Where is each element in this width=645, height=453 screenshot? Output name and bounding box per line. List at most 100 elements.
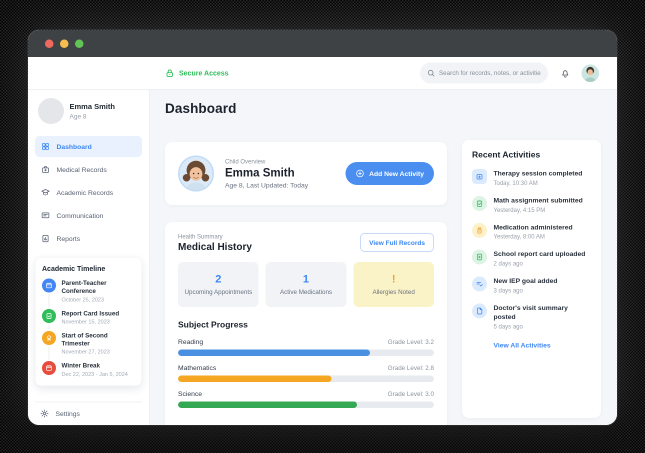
list-check-icon (472, 276, 487, 292)
plus-circle-icon (356, 169, 364, 178)
stat-value: 2 (215, 272, 222, 286)
activity-item[interactable]: Medication administered Yesterday, 8:00 A… (472, 222, 591, 241)
stat-allergies-noted[interactable]: ! Allergies Noted (353, 262, 434, 307)
timeline-event-title: Winter Break (61, 362, 101, 370)
close-button[interactable] (45, 39, 54, 48)
sidebar-item-reports[interactable]: Reports (35, 228, 142, 249)
subject-grade: Grade Level: 3.2 (387, 338, 434, 346)
sidebar: Emma Smith Age 8 Dashboard Medical Recor… (28, 90, 150, 425)
sidebar-item-dashboard[interactable]: Dashboard (35, 136, 142, 157)
medical-history-title: Medical History (178, 241, 252, 253)
activity-item[interactable]: Doctor's visit summary posted 5 days ago (472, 303, 591, 330)
chat-icon (41, 212, 50, 219)
academic-timeline-title: Academic Timeline (42, 264, 106, 273)
stat-upcoming-appointments[interactable]: 2 Upcoming Appointments (178, 262, 259, 307)
activity-time: Yesterday, 8:00 AM (493, 233, 545, 241)
sidebar-item-academic-records[interactable]: Academic Records (35, 182, 142, 203)
subject-progress-title: Subject Progress (178, 320, 248, 330)
timeline-event-title: Parent-Teacher Conference (61, 279, 107, 295)
subject-name: Mathematics (178, 364, 217, 372)
sidebar-item-communication[interactable]: Communication (35, 205, 142, 226)
child-age: Age 8 (69, 112, 87, 120)
activity-title: Math assignment submitted (493, 196, 583, 204)
main-content: Dashboard Child Overview Emma Smith Age … (150, 90, 617, 425)
document-icon (472, 303, 487, 319)
stat-label: Upcoming Appointments (184, 288, 253, 296)
minimize-button[interactable] (60, 39, 69, 48)
timeline-event[interactable]: Parent-Teacher Conference October 25, 202… (42, 278, 135, 303)
timeline-event[interactable]: Winter Break Dec 22, 2023 - Jan 5, 2024 (42, 361, 135, 377)
progress-fill (178, 375, 332, 382)
dashboard-grid-icon (42, 143, 49, 150)
timeline-event-title: Start of Second Trimester (61, 331, 108, 347)
sidebar-item-label: Reports (56, 234, 81, 243)
activity-time: 5 days ago (493, 322, 523, 330)
activity-item[interactable]: New IEP goal added 3 days ago (472, 276, 591, 295)
secure-access-badge: Secure Access (165, 68, 229, 78)
stat-label: Allergies Noted (372, 288, 415, 296)
timeline-event[interactable]: Start of Second Trimester November 27, 20… (42, 330, 135, 356)
activity-item[interactable]: Therapy session completed Today, 10:30 AM (472, 169, 591, 186)
activity-item[interactable]: School report card uploaded 2 days ago (472, 249, 591, 267)
activity-time: Today, 10:30 AM (493, 179, 538, 187)
progress-track (178, 401, 434, 408)
progress-fill (178, 401, 358, 408)
sidebar-nav: Dashboard Medical Records Academic Recor… (35, 136, 142, 249)
activity-time: Yesterday, 4:15 PM (493, 206, 546, 214)
subject-name: Reading (178, 338, 204, 346)
timeline-event-date: October 25, 2023 (61, 296, 105, 303)
settings-label: Settings (55, 409, 80, 418)
activity-title: Therapy session completed (493, 169, 583, 178)
timeline-event[interactable]: Report Card Issued November 15, 2023 (42, 308, 135, 325)
subject-row-mathematics: Mathematics Grade Level: 2.8 (178, 364, 434, 382)
stage: Secure Access Emma Smith Age 8 (0, 0, 645, 453)
calendar-icon (42, 361, 56, 376)
activity-title: Doctor's visit summary posted (493, 304, 568, 321)
gear-icon (40, 409, 49, 418)
activity-title: Medication administered (493, 223, 573, 231)
activity-title: School report card uploaded (493, 250, 586, 258)
child-photo (178, 155, 214, 192)
child-avatar-placeholder (38, 98, 64, 124)
activity-time: 3 days ago (493, 287, 523, 295)
user-avatar-image (581, 64, 599, 82)
graduation-cap-icon (41, 189, 50, 196)
document-plus-icon (472, 249, 487, 265)
timeline-event-date: November 27, 2023 (61, 349, 110, 356)
progress-track (178, 375, 434, 382)
activity-title: New IEP goal added (493, 277, 558, 285)
medal-icon (42, 330, 56, 345)
calendar-icon (42, 278, 56, 293)
report-card-icon (42, 308, 56, 323)
notifications-bell-icon[interactable] (560, 68, 571, 79)
recent-activities-card: Recent Activities Therapy session comple… (462, 140, 601, 418)
maximize-button[interactable] (75, 39, 84, 48)
medical-kit-icon (472, 169, 487, 184)
stat-active-medications[interactable]: 1 Active Medications (265, 262, 347, 307)
sidebar-item-medical-records[interactable]: Medical Records (35, 159, 142, 180)
pill-bottle-icon (472, 222, 487, 238)
health-stats: 2 Upcoming Appointments 1 Active Medicat… (178, 262, 434, 307)
view-full-records-button[interactable]: View Full Records (360, 233, 434, 252)
overview-child-name: Emma Smith (225, 166, 295, 179)
view-all-activities-link[interactable]: View All Activities (494, 341, 551, 349)
timeline-event-date: Dec 22, 2023 - Jan 5, 2024 (61, 371, 128, 378)
user-avatar[interactable] (581, 64, 599, 82)
search-icon (427, 69, 435, 77)
sidebar-item-settings[interactable]: Settings (35, 401, 142, 420)
academic-timeline-card: Academic Timeline Parent-Teacher Confere… (35, 257, 142, 386)
report-document-icon (42, 234, 49, 243)
subject-row-science: Science Grade Level: 3.0 (178, 390, 434, 408)
sidebar-profile: Emma Smith Age 8 (38, 98, 142, 124)
stat-label: Active Medications (279, 288, 333, 296)
add-new-activity-button[interactable]: Add New Activity (345, 162, 434, 185)
search-bar[interactable] (420, 62, 548, 84)
progress-track (178, 349, 434, 356)
medical-history-card: Health Summary Medical History View Full… (165, 222, 447, 425)
activity-item[interactable]: Math assignment submitted Yesterday, 4:15… (472, 195, 591, 214)
subject-name: Science (178, 390, 203, 398)
search-input[interactable] (439, 69, 541, 77)
sidebar-item-label: Dashboard (56, 142, 92, 151)
app-window: Secure Access Emma Smith Age 8 (28, 30, 617, 425)
stat-warning-mark: ! (391, 272, 396, 286)
